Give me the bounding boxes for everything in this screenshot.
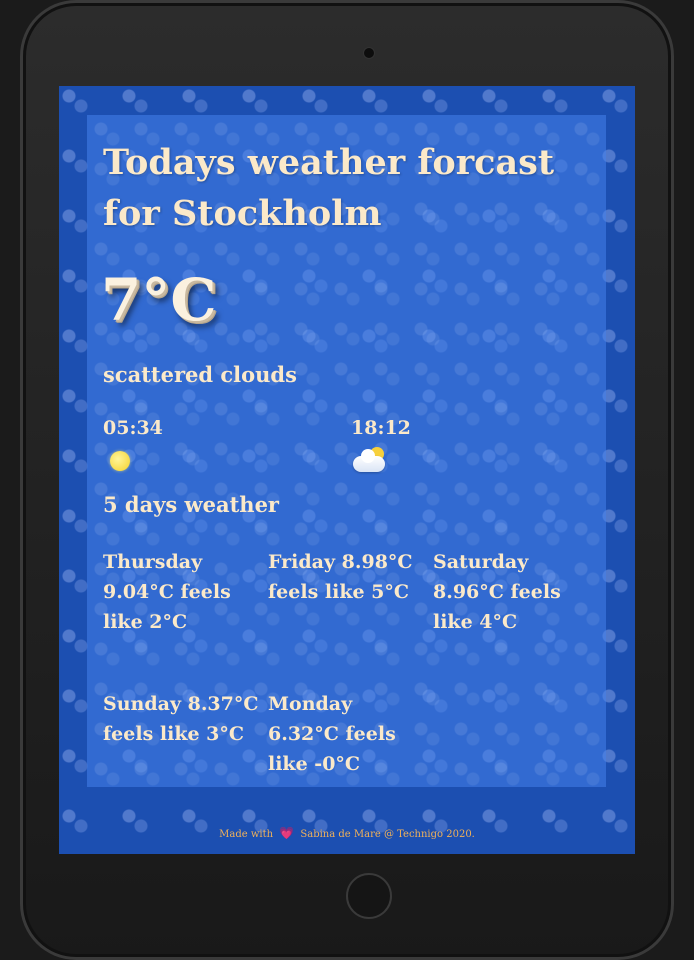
weather-app-screen: Todays weather forcast for Stockholm 7°C… [59, 86, 635, 854]
forecast-day-friday: Friday 8.98°C feels like 5°C [268, 551, 413, 603]
current-temperature: 7°C [101, 266, 217, 334]
sunrise-time: 05:34 [103, 417, 163, 439]
forecast-day-saturday: Saturday 8.96°C feels like 4°C [433, 551, 561, 633]
page-title: Todays weather forcast for Stockholm [103, 142, 555, 234]
sunset-time: 18:12 [351, 417, 411, 439]
forecast-heading: 5 days weather [103, 492, 279, 517]
forecast-day-sunday: Sunday 8.37°C feels like 3°C [103, 693, 259, 745]
forecast-list: Thursday 9.04°C feels like 2°C Friday 8.… [103, 547, 603, 779]
footer-credit: Sabina de Mare @ Technigo 2020. [300, 829, 475, 840]
weather-card: Todays weather forcast for Stockholm 7°C… [87, 115, 606, 787]
sun-icon [103, 447, 139, 479]
weather-description: scattered clouds [103, 362, 297, 387]
footer: Made with 💗 Sabina de Mare @ Technigo 20… [59, 826, 635, 840]
home-button[interactable] [346, 873, 392, 919]
sunrise-block: 05:34 [103, 417, 163, 479]
cloud-sun-icon [351, 447, 387, 479]
heart-icon: 💗 [279, 826, 295, 840]
forecast-day-thursday: Thursday 9.04°C feels like 2°C [103, 551, 231, 633]
footer-prefix: Made with [219, 829, 274, 840]
camera-icon [363, 47, 375, 59]
sunset-block: 18:12 [351, 417, 411, 479]
forecast-day-monday: Monday 6.32°C feels like -0°C [268, 693, 396, 775]
